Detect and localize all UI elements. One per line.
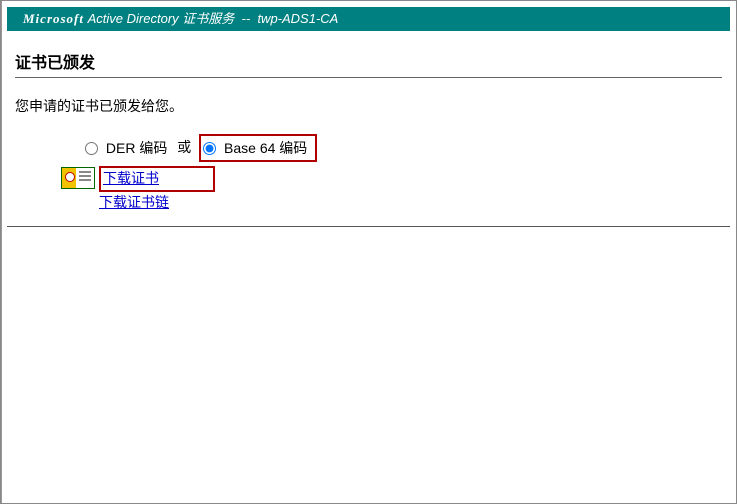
product-text: Active Directory 证书服务 -- twp-ADS1-CA [88, 11, 339, 26]
bottom-divider [7, 226, 730, 227]
product-name: Active Directory [88, 11, 179, 26]
ca-name: twp-ADS1-CA [257, 11, 338, 26]
or-text: 或 [177, 139, 191, 155]
encoding-options: DER 编码 或 Base 64 编码 [85, 134, 722, 162]
brand-text: Microsoft [23, 11, 84, 26]
title-divider [15, 77, 722, 78]
certificate-icon [61, 167, 95, 189]
der-radio[interactable] [85, 142, 98, 155]
base64-label[interactable]: Base 64 编码 [224, 140, 307, 156]
issued-message: 您申请的证书已颁发给您。 [15, 96, 722, 116]
download-cert-link[interactable]: 下载证书 [103, 170, 159, 186]
base64-radio[interactable] [203, 142, 216, 155]
header-banner: Microsoft Active Directory 证书服务 -- twp-A… [7, 7, 730, 31]
service-label: 证书服务 [182, 11, 234, 26]
download-chain-link[interactable]: 下载证书链 [99, 192, 215, 212]
banner-separator: -- [242, 11, 251, 26]
page-title: 证书已颁发 [15, 49, 722, 73]
der-label[interactable]: DER 编码 [106, 140, 167, 156]
base64-highlight-box: Base 64 编码 [199, 134, 317, 162]
download-cert-highlight-box: 下载证书 [99, 166, 215, 192]
download-block: 下载证书 下载证书链 [61, 166, 722, 212]
